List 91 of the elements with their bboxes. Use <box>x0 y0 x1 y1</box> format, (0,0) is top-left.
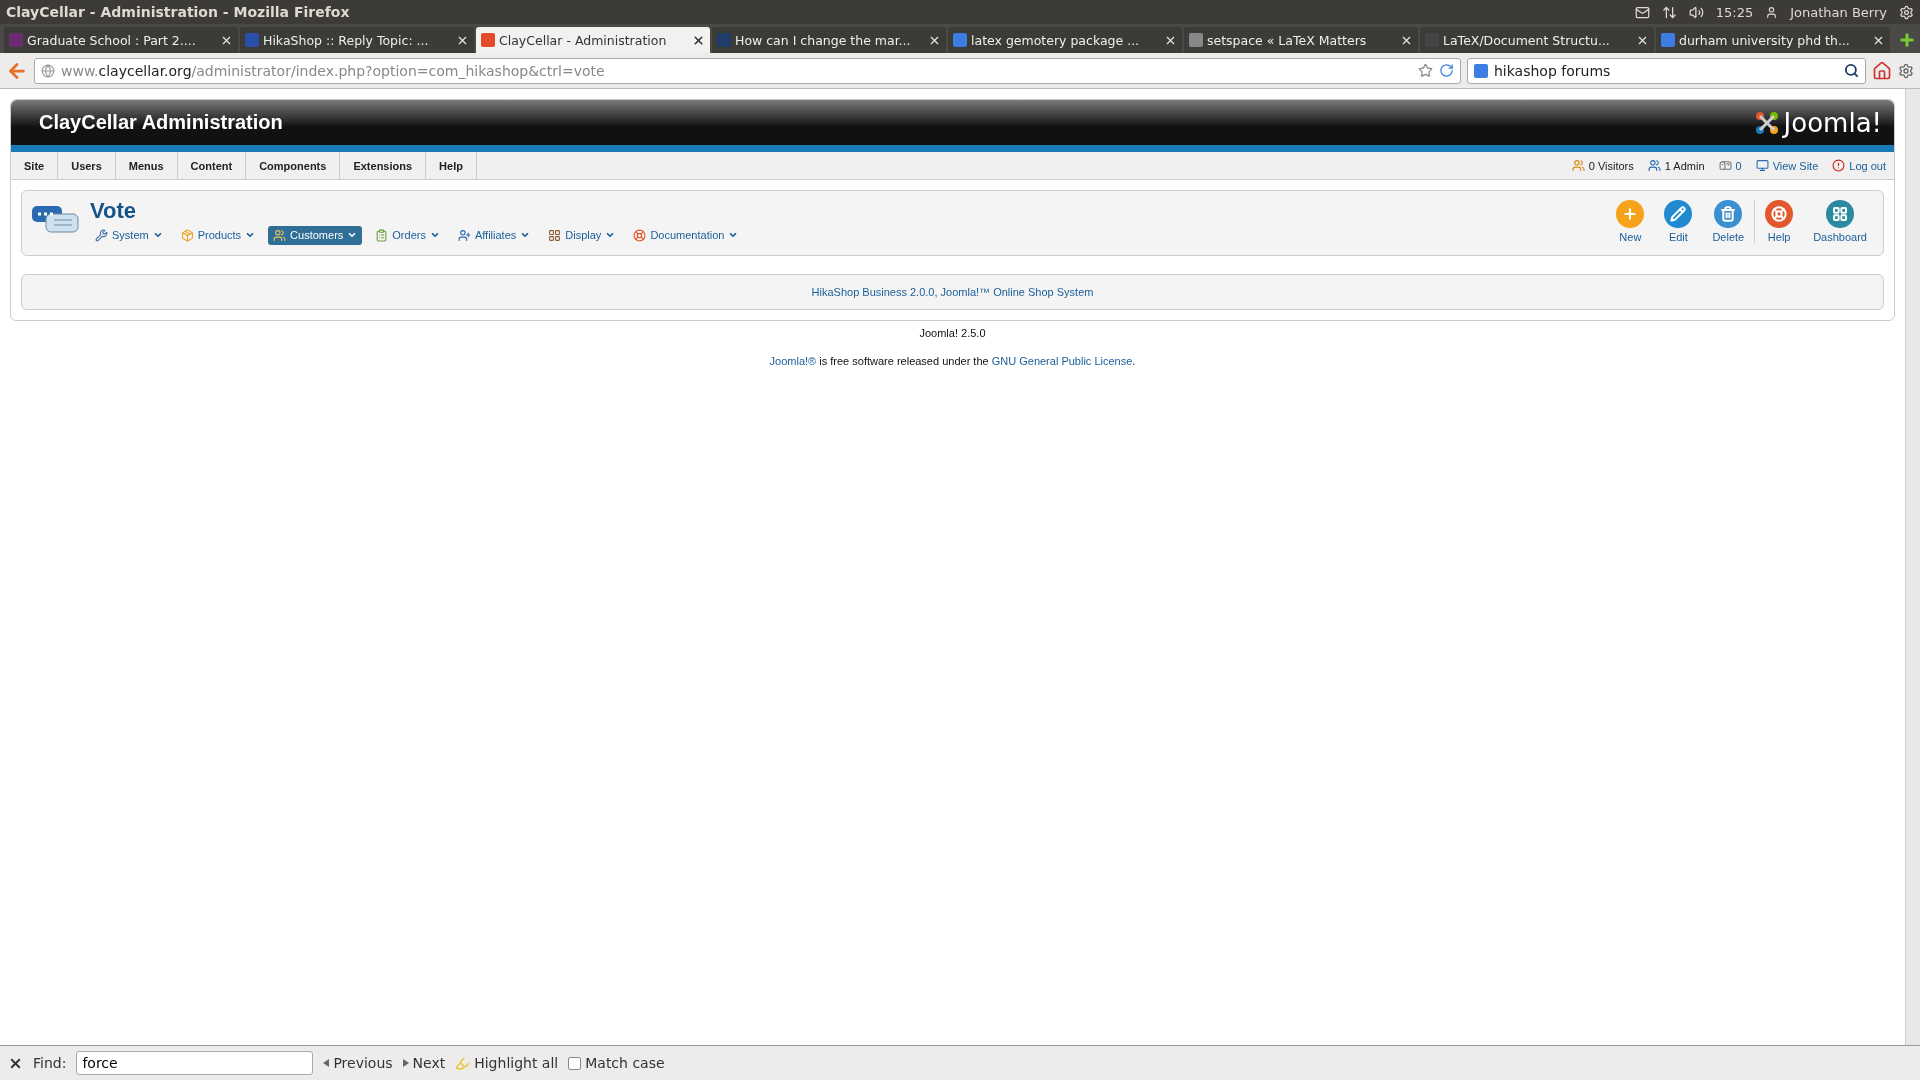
bookmark-star-icon[interactable] <box>1418 63 1433 78</box>
users-icon <box>1647 159 1661 172</box>
joomla-logo[interactable]: Joomla! <box>1753 107 1882 138</box>
toolbar-button[interactable]: Dashboard <box>1803 199 1877 243</box>
submenu-item[interactable]: Products <box>175 225 261 245</box>
trash-icon <box>1714 199 1743 228</box>
menu-item[interactable]: Content <box>177 152 247 179</box>
toolbar-button[interactable]: Delete <box>1702 199 1755 243</box>
browser-tab[interactable]: setspace « LaTeX Matters <box>1184 27 1418 53</box>
clock[interactable]: 15:25 <box>1715 4 1754 20</box>
browser-tab[interactable]: latex gemotery package ... <box>948 27 1182 53</box>
clipboard-icon <box>375 228 389 242</box>
browser-tab[interactable]: LaTeX/Document Structu... <box>1420 27 1654 53</box>
page-title: Vote <box>90 197 138 224</box>
version-text: Joomla! 2.5.0 <box>918 327 987 339</box>
highlighter-icon <box>455 1055 471 1071</box>
search-field[interactable]: hikashop forums <box>1467 57 1866 84</box>
globe-icon <box>41 63 55 78</box>
status-link[interactable]: 0 <box>1718 152 1742 179</box>
submenu-item[interactable]: Display <box>543 225 621 245</box>
search-icon[interactable] <box>1844 63 1859 78</box>
volume-icon[interactable] <box>1688 4 1704 20</box>
user-plus-icon <box>457 228 471 242</box>
toolbar-button[interactable]: Help <box>1754 199 1804 243</box>
joomla-link[interactable]: Joomla!® <box>769 355 817 367</box>
menu-item[interactable]: Help <box>426 152 477 179</box>
submenu-item[interactable]: Documentation <box>628 225 744 245</box>
home-icon[interactable] <box>1872 60 1892 81</box>
box-icon <box>180 228 194 242</box>
window-title: ClayCellar - Administration - Mozilla Firefox <box>6 4 350 20</box>
caret-icon <box>152 230 163 240</box>
caret-icon <box>245 230 256 240</box>
next-button[interactable]: Next <box>402 1055 446 1071</box>
site-title: ClayCellar Administration <box>39 111 283 134</box>
alert-icon <box>1832 159 1846 172</box>
lifebuoy-icon <box>1765 199 1794 228</box>
grid-icon <box>1826 199 1855 228</box>
match-case-checkbox[interactable]: Match case <box>568 1055 665 1071</box>
credit-link[interactable]: HikaShop Business 2.0.0, Joomla!™ Online Shop System <box>811 286 1094 298</box>
mail-icon[interactable] <box>1634 4 1650 20</box>
caret-icon <box>520 230 531 240</box>
menu-item[interactable]: Extensions <box>340 152 427 179</box>
users-icon <box>273 228 287 242</box>
address-field[interactable]: www.claycellar.org/administrator/index.php?option=com_hikashop&ctrl=vote <box>34 57 1461 84</box>
plus-icon <box>1616 199 1645 228</box>
menu-item[interactable]: Users <box>58 152 116 179</box>
caret-icon <box>429 230 440 240</box>
user-icon <box>1765 5 1779 19</box>
toolbar-button[interactable]: Edit <box>1654 199 1703 243</box>
caret-icon <box>728 230 739 240</box>
scrollbar[interactable] <box>1905 89 1920 1045</box>
browser-tab[interactable]: HikaShop :: Reply Topic: ... <box>240 27 474 53</box>
new-tab-icon[interactable] <box>1898 31 1916 49</box>
left-triangle-icon <box>323 1059 330 1067</box>
addon-icon[interactable] <box>1898 62 1914 79</box>
menu-item[interactable]: Site <box>11 152 59 179</box>
find-label: Find: <box>33 1055 67 1071</box>
network-icon[interactable] <box>1661 4 1677 20</box>
lifebuoy-icon <box>633 228 647 242</box>
settings-icon[interactable] <box>1899 4 1914 20</box>
status-link[interactable]: 1 Admin <box>1647 152 1705 179</box>
license-text: Joomla!® is free software released under the GNU General Public License. <box>768 355 1137 367</box>
right-triangle-icon <box>402 1059 409 1067</box>
previous-button[interactable]: Previous <box>323 1055 393 1071</box>
browser-tab[interactable]: Graduate School : Part 2.... <box>4 27 238 53</box>
close-icon[interactable] <box>692 33 705 47</box>
submenu-item[interactable]: Orders <box>370 225 445 245</box>
highlight-all-button[interactable]: Highlight all <box>455 1055 559 1071</box>
browser-tab[interactable]: ClayCellar - Administration <box>476 27 710 53</box>
submenu-item[interactable]: Customers <box>268 225 363 245</box>
grid-icon <box>548 228 562 242</box>
menu-item[interactable]: Menus <box>115 152 178 179</box>
monitor-icon <box>1755 159 1769 172</box>
mailbox-icon <box>1718 159 1732 172</box>
browser-tab[interactable]: How can I change the mar... <box>712 27 946 53</box>
pencil-icon <box>1664 199 1693 228</box>
find-field[interactable]: force <box>76 1051 314 1075</box>
status-link[interactable]: Log out <box>1832 152 1886 179</box>
caret-icon <box>347 230 358 240</box>
submenu-item[interactable]: Affiliates <box>452 225 536 245</box>
user-name[interactable]: Jonathan Berry <box>1790 4 1887 20</box>
submenu-item[interactable]: System <box>90 225 168 245</box>
browser-tab[interactable]: durham university phd th... <box>1656 27 1890 53</box>
caret-icon <box>605 230 616 240</box>
toolbar-button[interactable]: New <box>1606 199 1655 243</box>
menu-item[interactable]: Components <box>246 152 341 179</box>
wrench-icon <box>95 228 108 242</box>
reload-icon[interactable] <box>1439 63 1454 78</box>
status-link[interactable]: View Site <box>1755 152 1819 179</box>
status-link[interactable]: 0 Visitors <box>1571 152 1634 179</box>
users-icon <box>1571 159 1585 172</box>
